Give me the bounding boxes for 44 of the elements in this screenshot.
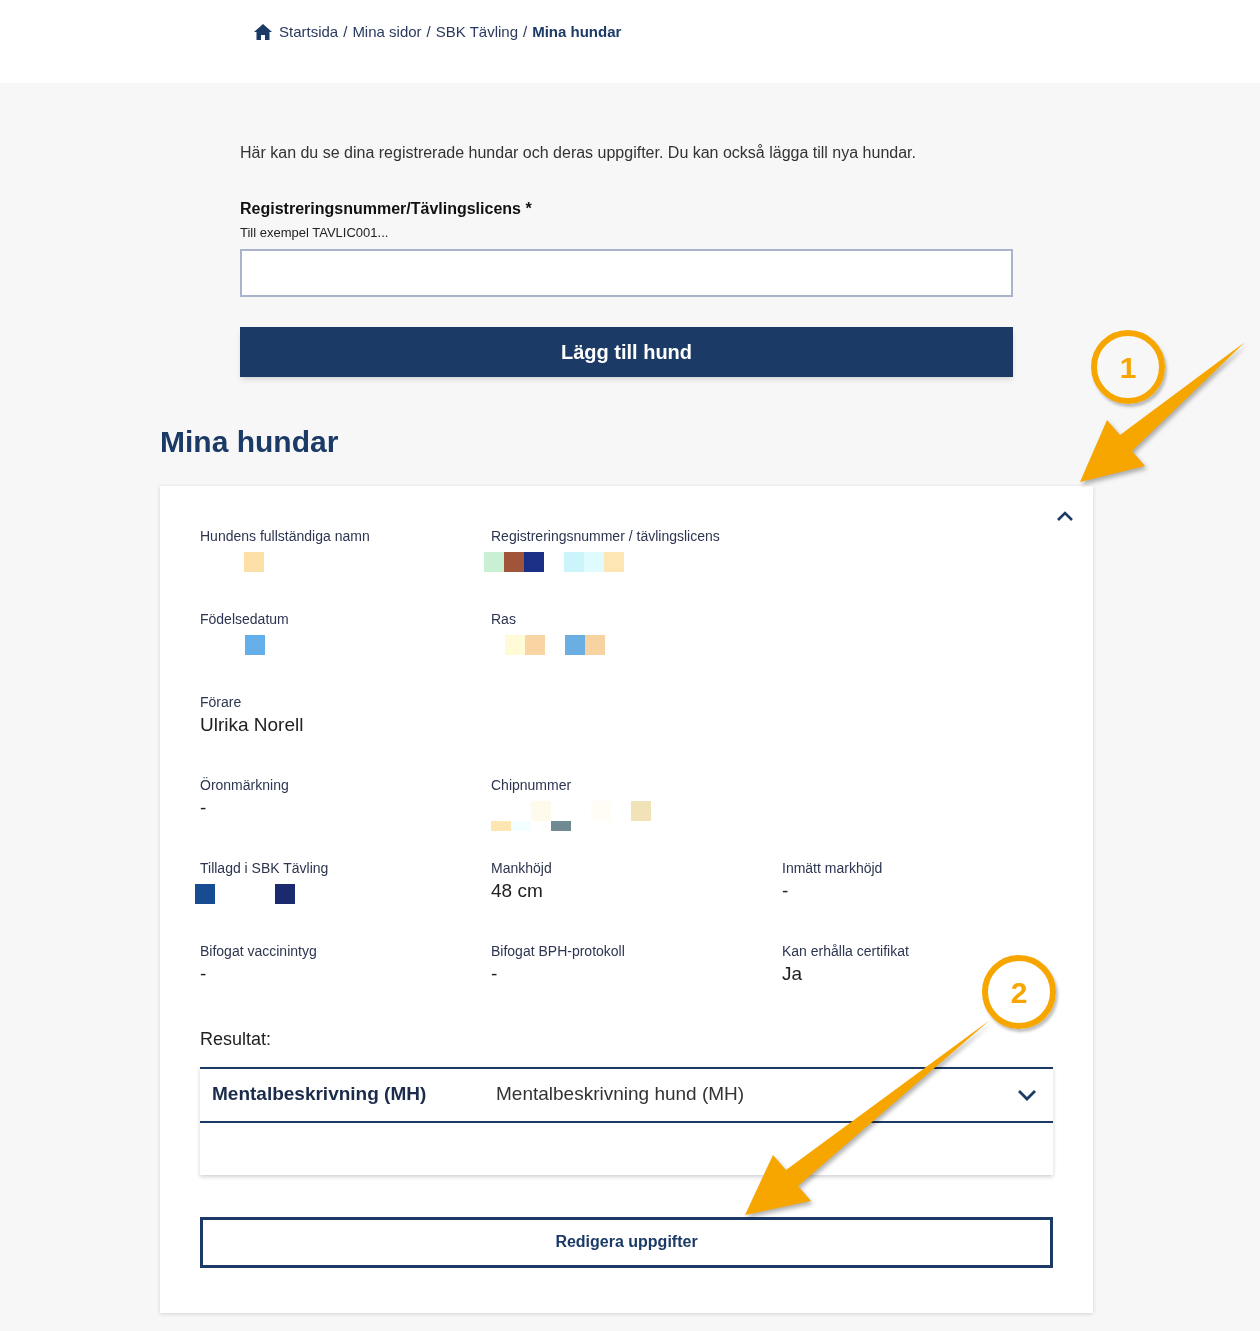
field-label: Ras [491,609,517,629]
home-icon[interactable] [254,24,272,41]
annotation-number: 1 [1091,330,1165,404]
field-value: Ja [782,961,803,986]
field-label: Bifogat vaccinintyg [200,941,318,961]
chevron-up-icon [1056,511,1074,522]
field-label: Öronmärkning [200,775,290,795]
field-label: Mankhöjd [491,858,553,878]
redacted-mosaic [244,551,264,572]
breadcrumb-link[interactable]: Startsida [279,21,339,44]
intro-text: Här kan du se dina registrerade hundar och deras uppgifter. Du kan också lägga till nya hundar. [240,143,917,163]
result-name: Mentalbeskrivning hund (MH) [496,1082,746,1107]
breadcrumb-current[interactable]: Mina hundar [532,21,622,44]
field-label: Födelsedatum [200,609,290,629]
field-value: 48 cm [491,878,543,903]
results-label: Resultat: [200,1027,273,1051]
chevron-down-icon [1017,1088,1037,1101]
breadcrumb-link[interactable]: SBK Tävling [435,21,518,44]
field-hint: Till exempel TAVLIC001... [240,224,390,242]
breadcrumb-separator: / [426,22,431,42]
edit-details-button[interactable]: Redigera uppgifter [200,1216,1053,1268]
field-label: Förare [200,692,243,712]
field-label: Hundens fullständiga namn [200,526,371,546]
breadcrumb-link[interactable]: Mina sidor [352,21,422,44]
field-label: Registreringsnummer / tävlingslicens [491,526,721,546]
result-category: Mentalbeskrivning (MH) [212,1082,428,1107]
field-value: - [491,961,498,986]
field-label: Inmätt markhöjd [782,858,884,878]
field-value: - [200,961,207,986]
field-label: Tillagd i SBK Tävling [200,858,330,878]
annotation-number: 2 [982,955,1056,1029]
field-label: Kan erhålla certifikat [782,941,910,961]
section-heading: Mina hundar [160,423,340,460]
breadcrumb-separator: / [343,22,348,42]
field-value: Ulrika Norell [200,712,304,737]
registration-input[interactable] [240,248,1013,297]
field-value: - [782,878,789,903]
breadcrumb-separator: / [523,22,528,42]
add-dog-button[interactable]: Lägg till hund [240,326,1013,377]
field-value: - [200,795,207,820]
redacted-mosaic [245,634,265,655]
field-label: Chipnummer [491,775,573,795]
field-label: Bifogat BPH-protokoll [491,941,626,961]
field-label: Registreringsnummer/Tävlingslicens * [240,199,533,219]
